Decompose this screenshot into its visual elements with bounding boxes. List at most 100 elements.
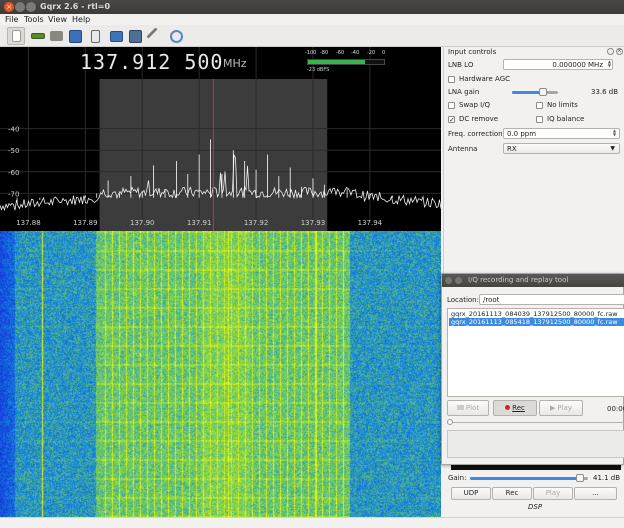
x-tick-label: 137.93 bbox=[301, 219, 326, 227]
hardware-agc-checkbox[interactable] bbox=[448, 76, 455, 83]
y-tick-label: -40 bbox=[8, 126, 19, 134]
freq-correction-value: 0.0 ppm bbox=[507, 130, 537, 138]
audio-gain-value: 41.1 dB bbox=[593, 474, 621, 482]
lna-gain-slider[interactable] bbox=[512, 88, 558, 96]
save-icon bbox=[68, 29, 82, 43]
freq-correction-label: Freq. correction bbox=[448, 130, 503, 138]
minimize-window-button[interactable] bbox=[15, 2, 25, 12]
lna-gain-value: 33.6 dB bbox=[591, 88, 619, 96]
iq-dialog-title-bar: I/Q recording and replay tool bbox=[442, 274, 624, 287]
iq-balance-checkbox[interactable] bbox=[536, 116, 543, 123]
iq-dialog-minimize-icon[interactable] bbox=[455, 277, 462, 284]
no-limits-checkbox[interactable] bbox=[536, 102, 543, 109]
iq-progress-track bbox=[447, 422, 624, 423]
audio-gain-slider-fill bbox=[470, 477, 580, 480]
camera-icon bbox=[128, 29, 142, 43]
x-tick-label: 137.90 bbox=[130, 219, 155, 227]
close-window-button[interactable]: × bbox=[4, 2, 14, 12]
dsp-label: DSP bbox=[528, 503, 543, 511]
remote-control-button[interactable] bbox=[145, 26, 165, 46]
bookmark-icon bbox=[90, 29, 100, 43]
dsp-adjust-button[interactable] bbox=[167, 27, 185, 45]
iq-recorder-button[interactable] bbox=[86, 27, 104, 45]
audio-gain-slider-handle[interactable] bbox=[575, 474, 584, 482]
input-controls-panel: Input controls × LNB LO 0.000000 MHz ▲ ▼ … bbox=[443, 47, 624, 277]
save-settings-button[interactable] bbox=[66, 27, 84, 45]
antenna-label: Antenna bbox=[448, 145, 478, 153]
menu-help[interactable]: Help bbox=[72, 15, 90, 24]
power-icon bbox=[11, 30, 21, 42]
iq-recorder-dialog: I/Q recording and replay tool Location: … bbox=[441, 273, 624, 465]
iq-play-button[interactable]: ▶ Play bbox=[539, 400, 583, 416]
iq-file-item[interactable]: gqrx_20161113_084039_137912500_80000_fc.… bbox=[449, 310, 624, 318]
signal-meter-fill bbox=[308, 60, 365, 64]
tools-icon bbox=[145, 26, 165, 46]
no-limits-label: No limits bbox=[547, 101, 578, 109]
play-icon: ▶ bbox=[550, 404, 556, 412]
swap-iq-label: Swap I/Q bbox=[459, 101, 491, 109]
waterfall-display[interactable] bbox=[0, 231, 441, 517]
monitor-icon bbox=[109, 30, 123, 42]
audio-play-button[interactable]: Play bbox=[533, 487, 573, 500]
lna-gain-label: LNA gain bbox=[448, 88, 480, 96]
audio-gain-slider[interactable] bbox=[470, 474, 588, 482]
iq-progress-handle[interactable] bbox=[447, 419, 453, 425]
antenna-value: RX bbox=[507, 145, 517, 153]
sm-tick: -60 bbox=[336, 50, 345, 56]
frequency-unit: MHz bbox=[223, 57, 247, 70]
dc-remove-checkbox[interactable]: ✓ bbox=[448, 116, 455, 124]
sm-tick: -40 bbox=[351, 50, 360, 56]
input-controls-title: Input controls bbox=[448, 48, 497, 56]
toolbar bbox=[0, 25, 624, 47]
location-value: /root bbox=[483, 296, 500, 304]
lnb-lo-field[interactable]: 0.000000 MHz ▲ ▼ bbox=[503, 59, 613, 70]
menu-view[interactable]: View bbox=[48, 15, 67, 24]
swap-iq-checkbox[interactable] bbox=[448, 102, 455, 109]
iq-dialog-close-icon[interactable] bbox=[445, 277, 452, 284]
audio-rec-button[interactable]: Rec bbox=[492, 487, 532, 500]
iq-status-area bbox=[447, 430, 624, 458]
window-title: Gqrx 2.6 - rtl=0 bbox=[40, 2, 111, 11]
lnb-lo-spin-icon[interactable]: ▲ ▼ bbox=[606, 60, 611, 69]
sm-tick: -80 bbox=[320, 50, 329, 56]
open-settings-button[interactable] bbox=[47, 27, 65, 45]
waterfall-canvas[interactable] bbox=[0, 231, 441, 517]
sm-tick: -100 bbox=[305, 50, 317, 56]
menu-bar: File Tools View Help bbox=[0, 14, 624, 25]
hardware-agc-label: Hardware AGC bbox=[459, 75, 510, 83]
iq-balance-label: IQ balance bbox=[547, 115, 585, 123]
close-panel-icon[interactable]: × bbox=[616, 48, 623, 55]
iq-rec-button[interactable]: Rec bbox=[493, 400, 537, 416]
iq-file-item-selected[interactable]: gqrx_20161113_085418_137912500_80000_fc.… bbox=[449, 318, 624, 326]
audio-options-button[interactable]: ... bbox=[574, 487, 617, 500]
folder-icon bbox=[49, 31, 63, 41]
sm-tick: -20 bbox=[367, 50, 376, 56]
status-bar bbox=[0, 517, 624, 528]
audio-panel: Gain: 41.1 dB UDP Rec Play ... DSP bbox=[443, 465, 624, 517]
maximize-window-button[interactable] bbox=[26, 2, 36, 12]
dc-remove-label: DC remove bbox=[459, 115, 499, 123]
antenna-select[interactable]: RX ▼ bbox=[503, 143, 620, 154]
freq-correction-spin-icon[interactable]: ▲ ▼ bbox=[613, 129, 618, 138]
x-tick-label: 137.92 bbox=[244, 219, 269, 227]
menu-tools[interactable]: Tools bbox=[24, 15, 44, 24]
iq-rec-label: Rec bbox=[512, 404, 525, 412]
menu-file[interactable]: File bbox=[5, 15, 18, 24]
record-icon bbox=[505, 405, 511, 410]
location-input[interactable]: /root bbox=[479, 294, 624, 305]
udp-button[interactable]: UDP bbox=[451, 487, 491, 500]
iq-file-list[interactable]: gqrx_20161113_084039_137912500_80000_fc.… bbox=[447, 308, 624, 397]
undock-icon[interactable] bbox=[607, 48, 614, 55]
iq-time: 00:00 bbox=[607, 405, 624, 413]
frequency-display[interactable]: 137.912 500 bbox=[80, 50, 223, 74]
plot-button[interactable]: Plot bbox=[447, 400, 489, 416]
select-device-button[interactable] bbox=[29, 27, 47, 45]
start-dsp-button[interactable] bbox=[7, 27, 25, 45]
title-bar: × Gqrx 2.6 - rtl=0 bbox=[0, 0, 624, 14]
freq-correction-field[interactable]: 0.0 ppm ▲ ▼ bbox=[503, 128, 620, 139]
screenshot-button[interactable] bbox=[126, 27, 144, 45]
lna-gain-slider-handle[interactable] bbox=[539, 88, 548, 96]
x-tick-label: 137.94 bbox=[358, 219, 383, 227]
configure-device-button[interactable] bbox=[107, 27, 125, 45]
iq-progress-slider[interactable] bbox=[447, 419, 624, 425]
